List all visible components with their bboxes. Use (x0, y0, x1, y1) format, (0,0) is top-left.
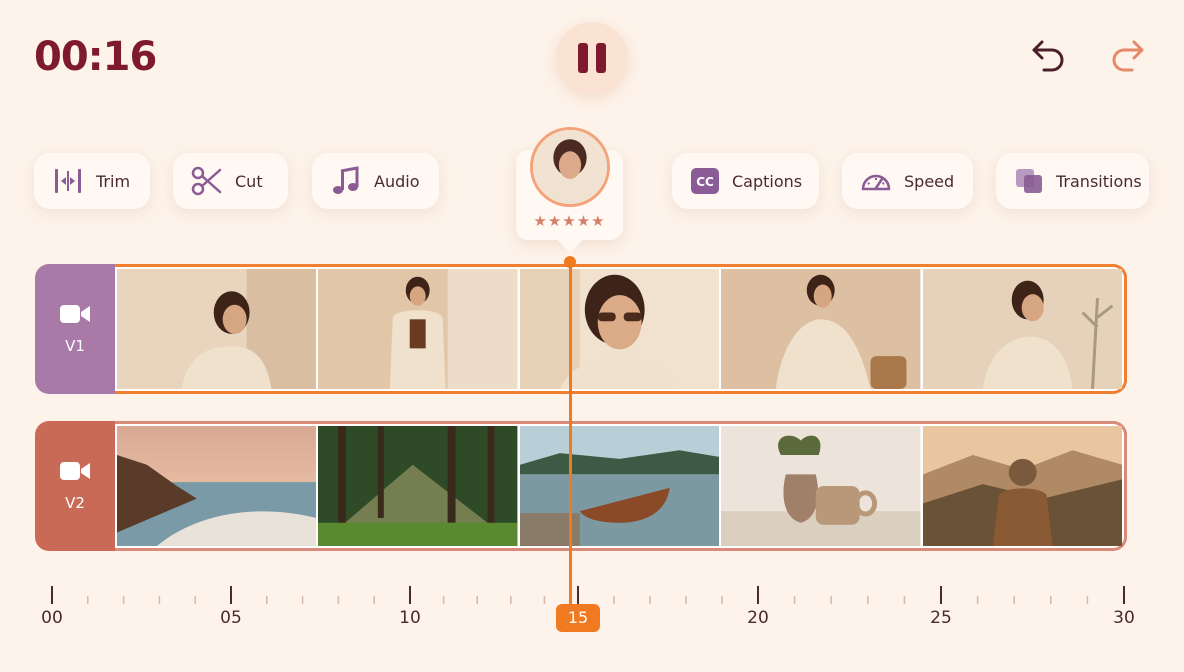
captions-icon: CC (691, 168, 719, 194)
music-note-icon (333, 166, 359, 194)
tick-label-10: 10 (399, 608, 421, 628)
tick-label-30: 30 (1113, 608, 1135, 628)
woman-portrait-thumbnail (533, 130, 607, 204)
frame-woman-sitting-chair (721, 269, 921, 389)
playhead-time-badge: 15 (556, 604, 600, 632)
video-camera-icon (60, 305, 90, 323)
frame-hiker-mountains (922, 426, 1123, 546)
frame-lake-boat (519, 426, 720, 546)
audio-label: Audio (374, 171, 420, 191)
captions-label: Captions (732, 171, 803, 191)
video-track-v2[interactable]: V2 (35, 421, 1127, 551)
frame-woman-profile-plant (922, 269, 1123, 389)
tick-label-25: 25 (930, 608, 952, 628)
frame-forest-sunrays (318, 426, 518, 546)
redo-icon[interactable] (1108, 36, 1148, 76)
track-name-v2: V2 (65, 494, 85, 512)
track-name-v1: V1 (65, 337, 85, 355)
clip-v2[interactable] (115, 421, 1127, 551)
video-track-v1[interactable]: V1 (35, 264, 1127, 394)
tick-label-05: 05 (220, 608, 242, 628)
captions-button[interactable]: CC Captions (672, 153, 819, 209)
undo-icon[interactable] (1028, 36, 1068, 76)
clip-v1[interactable] (115, 264, 1127, 394)
video-camera-icon (60, 462, 90, 480)
frame-coastline-sunset (117, 426, 317, 546)
cut-button[interactable]: Cut (173, 153, 288, 209)
transitions-button[interactable]: Transitions (996, 153, 1149, 209)
speedometer-icon (861, 174, 891, 191)
current-time: 00:16 (34, 34, 157, 80)
playhead-handle[interactable] (564, 256, 576, 268)
rating-stars: ★★★★★ (533, 212, 606, 230)
pause-button[interactable] (556, 22, 628, 94)
track-header-v2[interactable]: V2 (35, 421, 115, 551)
frame-woman-standing-blazer (318, 269, 518, 389)
frame-woman-sunglasses (519, 269, 720, 389)
speed-button[interactable]: Speed (842, 153, 973, 209)
svg-text:CC: CC (696, 175, 714, 189)
trim-button[interactable]: Trim (34, 153, 150, 209)
tick-label-20: 20 (747, 608, 769, 628)
scissors-icon (191, 166, 222, 196)
tick-label-00: 00 (41, 608, 63, 628)
cut-label: Cut (235, 171, 263, 191)
frame-woman-portrait-hand-chin (117, 269, 317, 389)
trim-icon (55, 169, 81, 193)
transitions-icon (1016, 169, 1042, 193)
pause-icon (578, 43, 588, 73)
clip-thumbnail-avatar[interactable] (530, 127, 610, 207)
track-header-v1[interactable]: V1 (35, 264, 115, 394)
transitions-label: Transitions (1056, 171, 1142, 191)
frame-vase-and-cup (721, 426, 921, 546)
trim-label: Trim (96, 171, 131, 191)
playhead[interactable] (569, 262, 572, 607)
speed-label: Speed (904, 171, 955, 191)
audio-button[interactable]: Audio (312, 153, 439, 209)
